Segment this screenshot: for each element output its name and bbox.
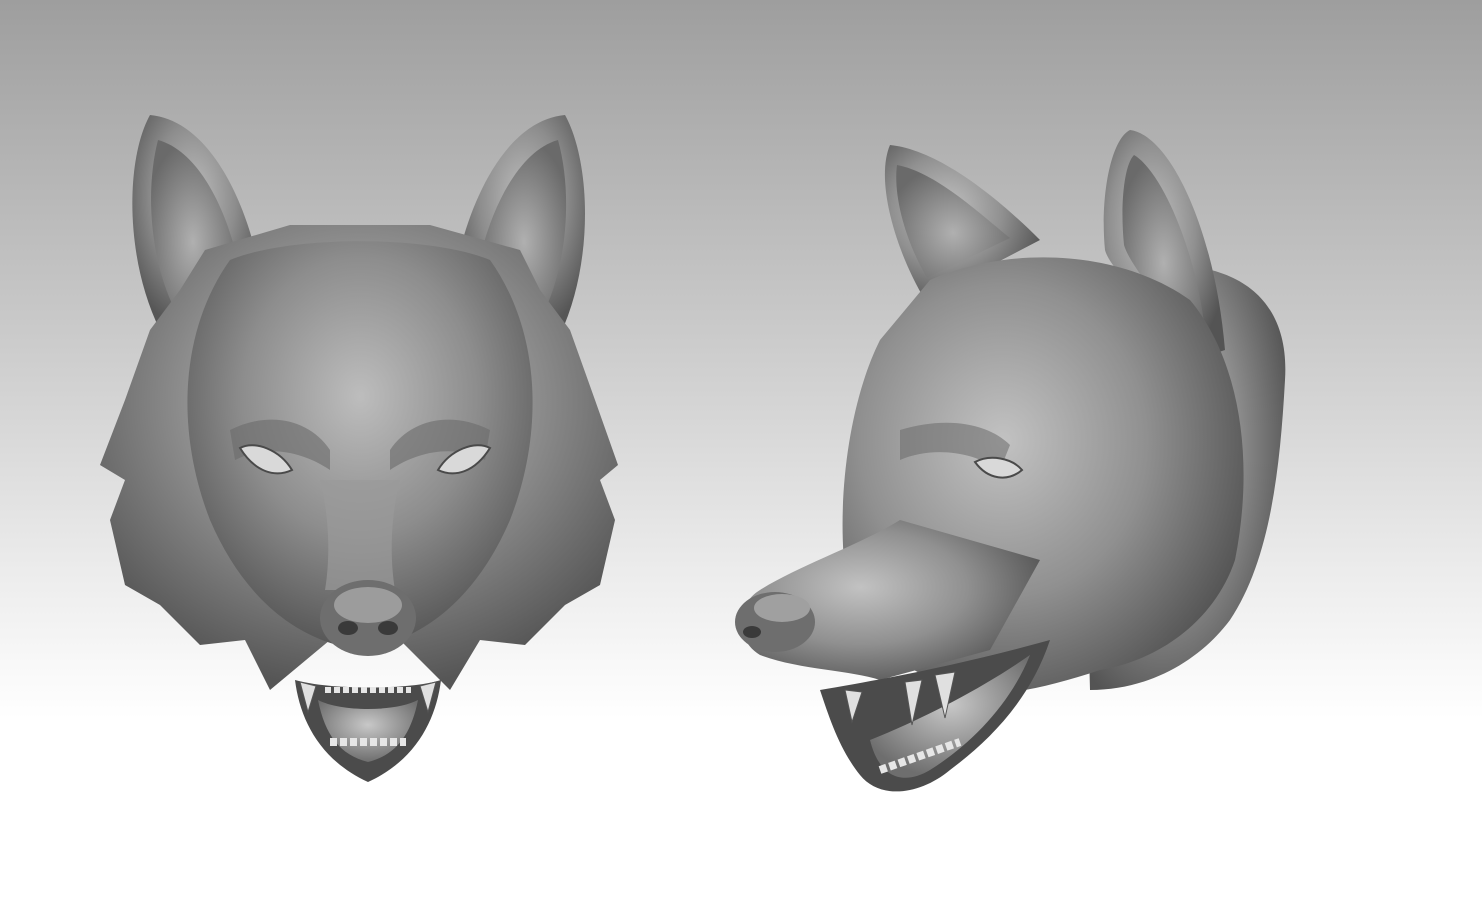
sculpt-viewport[interactable] [0, 0, 1482, 922]
wolf-head-three-quarter-view [735, 130, 1286, 792]
wolf-heads-render [100, 115, 1286, 792]
wolf-head-front-view [100, 115, 618, 782]
